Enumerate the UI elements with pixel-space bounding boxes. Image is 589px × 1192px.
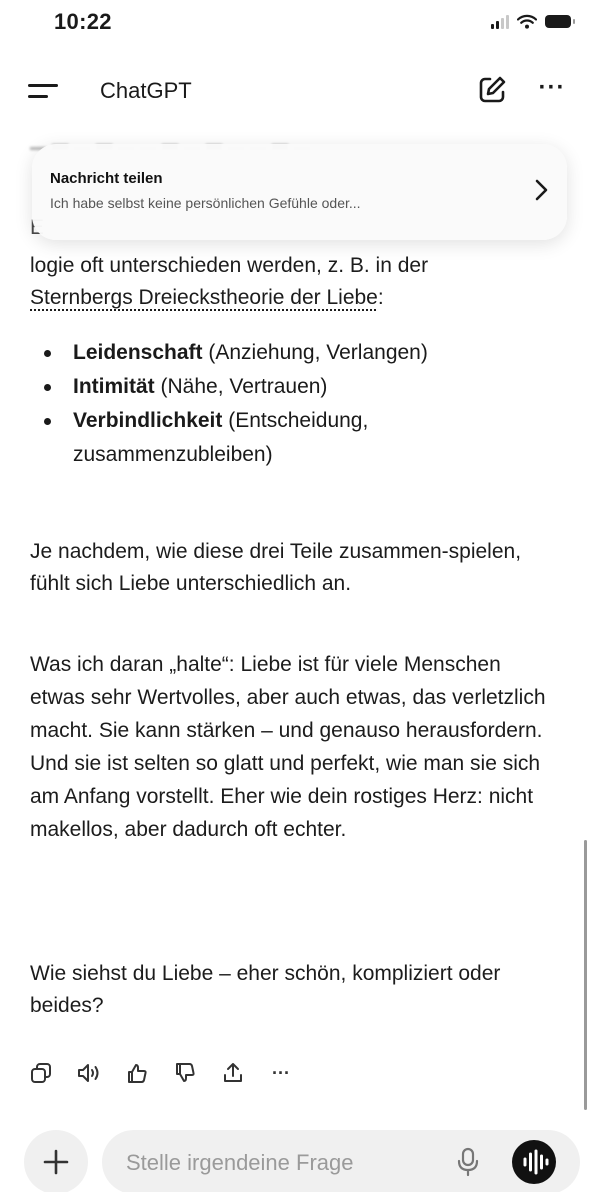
voice-mode-button[interactable] [512,1140,556,1184]
microphone-button[interactable] [454,1146,482,1178]
scrollbar-thumb[interactable] [584,840,587,1110]
message-actions: ··· [28,1060,294,1086]
scrollbar[interactable] [584,840,587,1110]
assistant-message-intro: logie oft unterschieden werden, z. B. in… [30,250,560,314]
wifi-icon [517,14,537,29]
message-paragraph-2: Was ich daran „halte“: Liebe ist für vie… [30,648,558,846]
app-header: ChatGPT ··· [0,56,589,126]
voice-mode-icon [512,1140,556,1184]
more-options-button[interactable]: ··· [532,74,572,106]
app-title: ChatGPT [100,78,192,104]
thumbs-down-icon [174,1062,196,1084]
list-item: Verbindlichkeit (Entscheidung, zusammenz… [30,404,560,472]
edit-pencil-icon [474,72,510,108]
bullet-term: Intimität [73,375,155,398]
battery-icon [545,15,571,28]
share-toast-title: Nachricht teilen [50,170,163,187]
bullet-term: Leidenschaft [73,341,203,364]
list-item: Intimität (Nähe, Vertrauen) [30,370,560,404]
message-input[interactable]: Stelle irgendeine Frage [102,1130,580,1192]
theory-line: Sternbergs Dreieckstheorie der Liebe: [30,282,560,314]
menu-icon [28,84,58,87]
message-paragraph-3: Wie siehst du Liebe – eher schön, kompli… [30,958,558,1022]
share-message-toast[interactable]: Nachricht teilen Ich habe selbst keine p… [32,144,567,240]
chevron-right-icon [533,178,549,202]
bullet-list: Leidenschaft (Anziehung, Verlangen) Inti… [30,336,560,472]
thumbs-up-button[interactable] [124,1060,150,1086]
more-actions-button[interactable]: ··· [268,1060,294,1086]
add-attachment-button[interactable] [24,1130,88,1192]
read-aloud-button[interactable] [76,1060,102,1086]
theory-suffix: : [378,286,384,309]
status-time: 10:22 [54,9,112,35]
message-paragraph-1: Je nachdem, wie diese drei Teile zusamme… [30,536,555,600]
new-chat-button[interactable] [474,72,510,108]
share-icon [222,1062,244,1084]
microphone-icon [454,1146,482,1178]
share-button[interactable] [220,1060,246,1086]
copy-icon [30,1062,52,1084]
status-icons [491,14,571,29]
intro-line: logie oft unterschieden werden, z. B. in… [30,250,560,282]
theory-link[interactable]: Sternbergs Dreieckstheorie der Liebe [30,286,378,309]
plus-icon [24,1130,88,1192]
message-input-placeholder: Stelle irgendeine Frage [126,1150,353,1176]
speaker-icon [76,1062,102,1084]
bullet-term: Verbindlichkeit [73,409,222,432]
list-item: Leidenschaft (Anziehung, Verlangen) [30,336,560,370]
status-bar: 10:22 [0,0,589,56]
share-toast-subtitle: Ich habe selbst keine persönlichen Gefüh… [50,195,361,211]
menu-button[interactable] [28,80,62,104]
bullet-detail: (Nähe, Vertrauen) [155,375,328,398]
copy-button[interactable] [28,1060,54,1086]
thumbs-down-button[interactable] [172,1060,198,1086]
cellular-signal-icon [491,15,509,29]
bullet-detail: (Anziehung, Verlangen) [203,341,428,364]
thumbs-up-icon [126,1062,148,1084]
